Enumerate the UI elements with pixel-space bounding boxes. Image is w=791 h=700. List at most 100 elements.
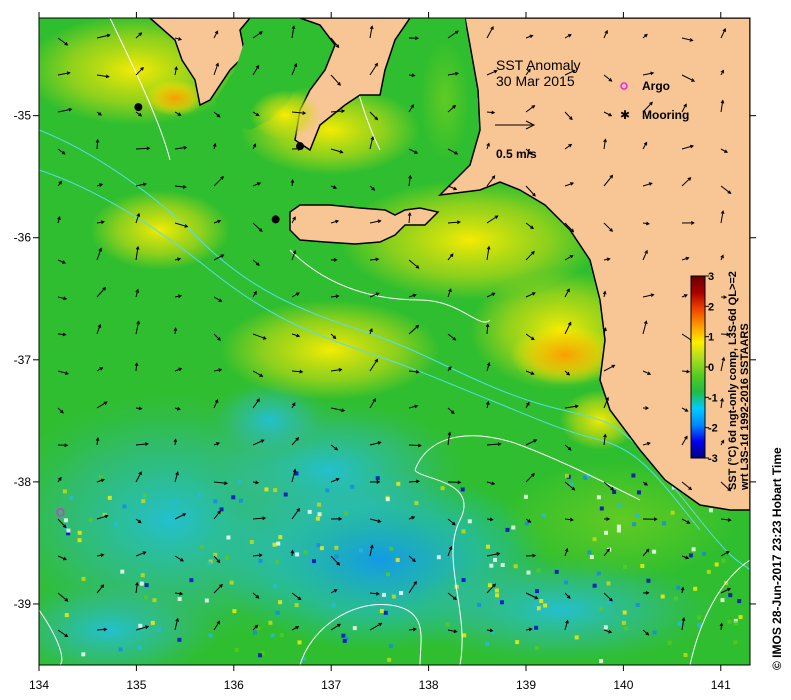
pixel-speck (596, 495, 601, 500)
pixel-speck (107, 495, 112, 500)
scale-arrow-label: 0.5 m/s (496, 147, 537, 161)
pixel-speck (592, 537, 597, 542)
pixel-speck (708, 508, 713, 513)
pixel-speck (565, 473, 569, 478)
pixel-speck (395, 558, 400, 562)
argo-legend-label: Argo (642, 79, 670, 93)
pixel-speck (294, 471, 299, 476)
pixel-speck (536, 606, 541, 611)
x-tick-label: 137 (321, 678, 341, 692)
pixel-speck (358, 548, 363, 553)
pixel-speck (334, 545, 339, 550)
pixel-speck (727, 619, 732, 624)
pixel-speck (587, 550, 592, 555)
pixel-speck (604, 530, 608, 535)
pixel-speck (69, 495, 73, 500)
pixel-speck (231, 495, 236, 500)
pixel-speck (177, 637, 182, 642)
pixel-speck (389, 644, 394, 649)
warm-anomaly-patch (250, 90, 320, 140)
y-tick-label: -37 (14, 353, 32, 367)
pixel-speck (297, 640, 302, 645)
pixel-speck (662, 521, 667, 526)
pixel-speck (599, 607, 604, 611)
pixel-speck (88, 517, 93, 522)
pixel-speck (603, 625, 608, 630)
pixel-speck (733, 640, 738, 645)
pixel-speck (616, 524, 621, 529)
pixel-speck (589, 555, 594, 559)
pixel-speck (177, 597, 182, 601)
pixel-speck (640, 564, 645, 568)
pixel-speck (677, 621, 682, 626)
pixel-speck (273, 584, 277, 589)
colorbar-tick-label: 2 (708, 301, 714, 313)
pixel-speck (252, 630, 257, 635)
y-tick-label: -38 (14, 475, 32, 489)
pixel-speck (667, 640, 672, 645)
pixel-speck (706, 569, 711, 574)
pixel-speck (612, 490, 617, 494)
pixel-speck (599, 506, 604, 511)
pixel-speck (226, 535, 231, 540)
pixel-speck (462, 633, 467, 638)
pixel-speck (513, 564, 518, 569)
pixel-speck (379, 609, 384, 613)
pixel-speck (599, 659, 604, 664)
pixel-speck (592, 583, 597, 588)
pixel-speck (387, 657, 392, 662)
pixel-speck (81, 576, 86, 581)
pixel-speck (150, 620, 155, 625)
pixel-speck (294, 603, 299, 608)
pixel-speck (477, 602, 482, 607)
pixel-speck (534, 625, 539, 630)
pixel-speck (312, 559, 316, 564)
pixel-speck (200, 544, 205, 549)
pixel-speck (283, 492, 288, 497)
pixel-speck (461, 578, 466, 582)
pixel-speck (486, 544, 490, 549)
pixel-speck (207, 561, 212, 566)
pixel-speck (344, 511, 349, 516)
pixel-speck (197, 493, 202, 498)
pixel-speck (515, 640, 520, 645)
pixel-speck (66, 528, 71, 533)
pixel-speck (303, 550, 308, 555)
pixel-speck (144, 583, 149, 588)
pixel-speck (273, 488, 278, 493)
x-tick-label: 138 (419, 678, 439, 692)
pixel-speck (714, 562, 719, 567)
pixel-speck (383, 610, 388, 615)
colorbar-tick-label: 0 (708, 362, 714, 374)
pixel-speck (617, 502, 622, 507)
colorbar-tick-label: 1 (708, 332, 714, 344)
pixel-speck (249, 540, 254, 544)
pixel-speck (350, 484, 355, 489)
pixel-speck (489, 563, 494, 568)
pixel-speck (208, 633, 213, 638)
pixel-speck (631, 473, 636, 478)
pixel-speck (382, 592, 386, 597)
pixel-speck (138, 645, 143, 650)
mooring-marker (134, 103, 143, 112)
pixel-speck (697, 615, 702, 620)
pixel-speck (213, 499, 218, 504)
pixel-speck (737, 599, 742, 604)
pixel-speck (500, 563, 505, 567)
pixel-speck (632, 522, 637, 527)
pixel-speck (342, 638, 347, 643)
pixel-speck (276, 541, 281, 546)
pixel-speck (396, 481, 401, 486)
pixel-speck (738, 615, 743, 620)
pixel-speck (122, 504, 127, 509)
pixel-speck (307, 509, 312, 514)
green-anomaly-patch (420, 40, 470, 160)
pixel-speck (317, 512, 322, 517)
colorbar-tick-label: 3 (708, 271, 714, 283)
pixel-speck (526, 570, 531, 575)
pixel-speck (500, 600, 504, 605)
pixel-speck (225, 556, 230, 561)
pixel-speck (688, 553, 693, 558)
colorbar-label-line2: wrt L3S-1d 1992-2016 SSTAARS (739, 323, 751, 491)
pixel-speck (702, 551, 706, 556)
